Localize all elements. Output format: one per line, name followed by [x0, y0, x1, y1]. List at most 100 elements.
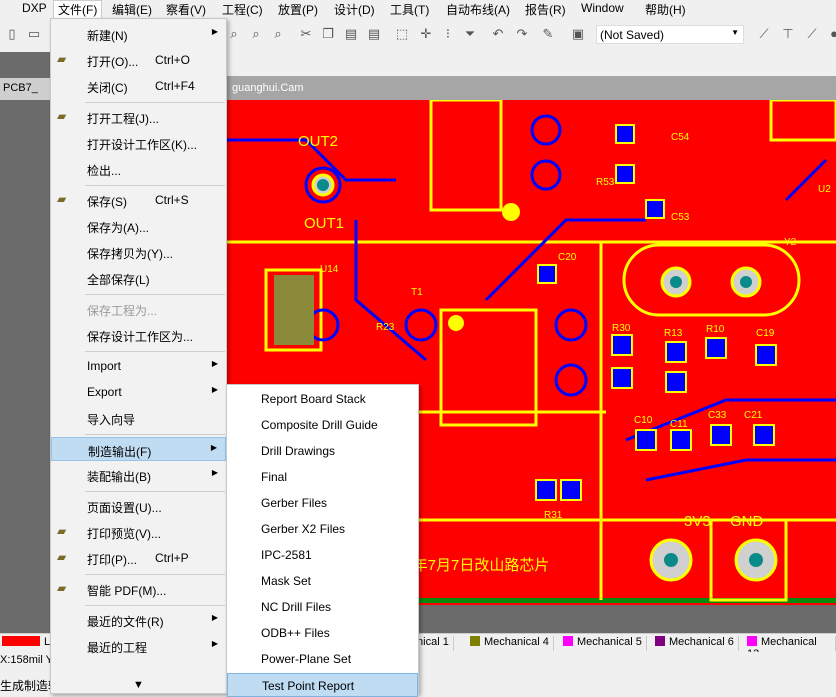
open-folder-icon[interactable]: ▭: [26, 26, 42, 42]
file-menu-item[interactable]: 新建(N) ▶: [51, 22, 226, 46]
submenu-arrow-icon: ▶: [210, 443, 217, 452]
menu-1[interactable]: 文件(F): [53, 0, 103, 19]
menu-11[interactable]: 帮助(H): [645, 1, 686, 18]
menu-2[interactable]: 编辑(E): [112, 1, 152, 18]
edit-icon[interactable]: ✎: [540, 26, 556, 42]
select-icon[interactable]: ⬚: [394, 26, 410, 42]
interactive-route-icon[interactable]: ⊤: [780, 26, 796, 42]
layer-tab[interactable]: Mechanical 5: [563, 636, 647, 651]
redo-icon[interactable]: ↷: [514, 26, 530, 42]
file-menu-item[interactable]: 全部保存(L): [51, 266, 226, 290]
paste-icon[interactable]: ▤: [343, 26, 359, 42]
fab-output-item[interactable]: Power-Plane Set: [227, 647, 418, 671]
file-menu-item[interactable]: 保存设计工作区为...: [51, 323, 226, 347]
file-menu-item[interactable]: ▰ 打印预览(V)...: [51, 520, 226, 544]
file-menu-item[interactable]: 保存为(A)...: [51, 214, 226, 238]
file-menu-item[interactable]: 关闭(C) Ctrl+F4: [51, 74, 226, 98]
file-menu-item[interactable]: 检出...: [51, 157, 226, 181]
route-icon[interactable]: ⟋: [756, 26, 772, 42]
browse-icon[interactable]: ▣: [570, 26, 586, 42]
menu-4[interactable]: 工程(C): [222, 1, 263, 18]
zoom-select-icon[interactable]: ⌕: [248, 26, 264, 42]
diff-pair-icon[interactable]: ⟋: [804, 26, 820, 42]
cut-icon[interactable]: ✂: [298, 26, 314, 42]
fab-output-item[interactable]: Gerber X2 Files: [227, 517, 418, 541]
fab-output-item[interactable]: Report Board Stack: [227, 387, 418, 411]
fab-output-item[interactable]: IPC-2581: [227, 543, 418, 567]
menu-3[interactable]: 察看(V): [166, 1, 206, 18]
tab-guanghui-cam[interactable]: guanghui.Cam: [226, 78, 346, 100]
file-menu-item[interactable]: Export ▶: [51, 380, 226, 404]
menu-item-label: 页面设置(U)...: [87, 501, 162, 515]
menu-item-label: 制造输出(F): [88, 445, 152, 459]
pcb-label-c21: C21: [744, 410, 763, 421]
fab-output-item[interactable]: Mask Set: [227, 569, 418, 593]
fab-output-item[interactable]: Final: [227, 465, 418, 489]
file-menu-item[interactable]: 保存拷贝为(Y)...: [51, 240, 226, 264]
clear-filter-icon[interactable]: ⏷: [462, 26, 478, 42]
undo-icon[interactable]: ↶: [490, 26, 506, 42]
file-menu-item[interactable]: 最近的文件(R) ▶: [51, 608, 226, 632]
file-menu-item[interactable]: 保存工程为...: [51, 297, 226, 321]
fab-output-item[interactable]: Gerber Files: [227, 491, 418, 515]
menu-separator: [85, 185, 225, 186]
file-menu-item[interactable]: 制造输出(F) ▶: [51, 437, 226, 461]
config-dropdown[interactable]: (Not Saved) ▼: [596, 25, 744, 44]
file-menu-item[interactable]: ▰ 智能 PDF(M)...: [51, 577, 226, 601]
submenu-arrow-icon: ▶: [211, 468, 218, 477]
menu-8[interactable]: 自动布线(A): [446, 1, 510, 18]
menu-item-label: Composite Drill Guide: [261, 418, 378, 432]
deselect-icon[interactable]: ⁝: [440, 26, 456, 42]
move-icon[interactable]: ✛: [418, 26, 434, 42]
pcb-label-gnd: GND: [730, 513, 764, 530]
file-menu-item[interactable]: 导入向导: [51, 406, 226, 430]
layer-tab[interactable]: Mechanical 13: [747, 636, 836, 660]
file-menu-item[interactable]: ▰ 打开工程(J)...: [51, 105, 226, 129]
shortcut-label: Ctrl+S: [155, 193, 189, 207]
file-menu-item[interactable]: ▰ 打印(P)... Ctrl+P: [51, 546, 226, 570]
fab-output-item[interactable]: Drill Drawings: [227, 439, 418, 463]
file-menu-item[interactable]: 装配输出(B) ▶: [51, 463, 226, 487]
pcb-label-note: 21年7月7日改山路芯片: [396, 557, 549, 574]
fab-output-item[interactable]: NC Drill Files: [227, 595, 418, 619]
menu-9[interactable]: 报告(R): [525, 1, 566, 18]
menu-6[interactable]: 设计(D): [334, 1, 375, 18]
via-icon[interactable]: ●: [826, 26, 836, 42]
menu-item-label: Gerber Files: [261, 496, 328, 510]
scroll-down-arrow-icon[interactable]: ▼: [133, 679, 144, 691]
config-value: (Not Saved): [600, 28, 665, 42]
layer-label: Mechanical 4: [484, 636, 549, 648]
menu-0[interactable]: DXP: [22, 1, 47, 15]
shortcut-label: Ctrl+O: [155, 53, 191, 67]
file-menu-item[interactable]: 最近的工程 ▶: [51, 634, 226, 658]
file-menu-item[interactable]: Import ▶: [51, 354, 226, 378]
layer-tab[interactable]: Mechanical 4: [470, 636, 554, 651]
menu-10[interactable]: Window: [581, 1, 624, 15]
layer-tab[interactable]: Mechanical 6: [655, 636, 739, 651]
pcb-label-c33: C33: [708, 410, 727, 421]
copy-icon[interactable]: ❐: [320, 26, 336, 42]
menu-7[interactable]: 工具(T): [390, 1, 429, 18]
pcb-label-c19: C19: [756, 328, 775, 339]
fab-output-item[interactable]: Composite Drill Guide: [227, 413, 418, 437]
fab-output-item[interactable]: Test Point Report: [227, 673, 418, 697]
pcb-label-c10: C10: [634, 415, 653, 426]
folder-open-icon: ▰: [57, 52, 67, 66]
menu-item-label: 导入向导: [87, 413, 136, 427]
file-menu-item[interactable]: 打开设计工作区(K)...: [51, 131, 226, 155]
file-menu-item[interactable]: 页面设置(U)...: [51, 494, 226, 518]
zoom-area-icon[interactable]: ⌕: [226, 26, 242, 42]
menu-5[interactable]: 放置(P): [278, 1, 318, 18]
file-menu-item[interactable]: ▰ 打开(O)... Ctrl+O: [51, 48, 226, 72]
new-file-icon[interactable]: ▯: [4, 26, 20, 42]
zoom-filter-icon[interactable]: ⌕: [270, 26, 286, 42]
paste-special-icon[interactable]: ▤: [366, 26, 382, 42]
tab-pcb[interactable]: PCB7_: [0, 78, 52, 100]
shortcut-label: Ctrl+P: [155, 551, 189, 565]
menu-item-label: 打印预览(V)...: [87, 527, 161, 541]
coordinates-readout: X:158mil Y:: [0, 654, 56, 666]
fab-output-item[interactable]: ODB++ Files: [227, 621, 418, 645]
file-menu-item[interactable]: ▰ 保存(S) Ctrl+S: [51, 188, 226, 212]
menu-item-label: IPC-2581: [261, 548, 312, 562]
submenu-arrow-icon: ▶: [211, 385, 218, 394]
